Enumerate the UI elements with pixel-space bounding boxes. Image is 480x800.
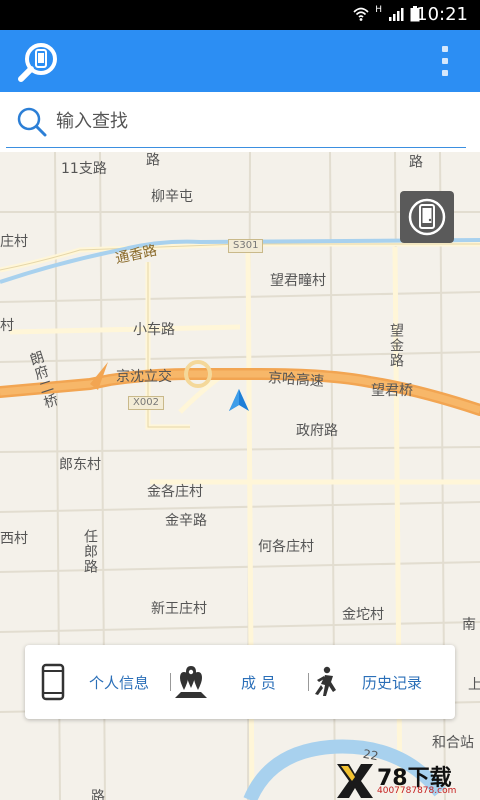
- history-button[interactable]: 历史记录: [310, 645, 422, 719]
- road-shield: X002: [128, 396, 164, 410]
- map-label: 柳辛屯: [151, 189, 193, 205]
- map-label: 村: [0, 318, 14, 334]
- phone-icon: [408, 198, 446, 236]
- network-type-label: H: [375, 5, 382, 15]
- map-label: 庄村: [0, 234, 28, 250]
- members-label: 成 员: [241, 673, 276, 692]
- search-bar: [0, 92, 480, 152]
- map-label: 南: [462, 617, 476, 633]
- history-label: 历史记录: [362, 673, 423, 692]
- watermark-url: 4007787878.com: [377, 786, 457, 796]
- search-icon[interactable]: [16, 106, 48, 138]
- app-logo-icon: [18, 43, 57, 82]
- map-label: 金辛路: [165, 513, 207, 529]
- map-label: 何各庄村: [258, 539, 314, 555]
- panel-separator: [308, 673, 309, 691]
- map-label: 金坨村: [342, 607, 384, 623]
- members-button[interactable]: 成 员: [173, 645, 276, 719]
- map-label: 路: [144, 152, 160, 167]
- map-label: 金各庄村: [147, 484, 203, 500]
- x-logo-icon: [337, 764, 373, 798]
- map-label: 上: [468, 677, 480, 693]
- status-icons: H: [353, 5, 420, 22]
- map-label: 望君桥: [371, 383, 413, 399]
- signal-icon: [389, 8, 404, 21]
- status-time: 10:21: [416, 4, 468, 25]
- map-pins-icon: [175, 666, 207, 698]
- search-underline: [6, 147, 466, 148]
- map-label: 11支路: [61, 161, 107, 177]
- map-label: 望君疃村: [270, 273, 326, 289]
- wifi-icon: [353, 7, 369, 21]
- location-arrow-icon: [229, 389, 249, 411]
- app-bar: [0, 30, 480, 92]
- map-label: 京沈立交: [116, 369, 172, 385]
- road-shield: S301: [228, 239, 264, 253]
- map-label: 小车路: [133, 322, 175, 338]
- map-label: 任郎路: [82, 529, 98, 574]
- map-label: 西村: [0, 531, 28, 547]
- map-label: 望金路: [388, 323, 404, 368]
- search-input[interactable]: [56, 104, 456, 138]
- map-label: 新王庄村: [151, 601, 207, 617]
- personal-info-button[interactable]: 个人信息: [39, 645, 149, 719]
- map-label: 政府路: [296, 423, 338, 439]
- map-label: 京哈高速: [267, 370, 325, 390]
- status-bar: H 10:21: [0, 0, 480, 30]
- site-watermark: 78下载 4007787878.com: [335, 762, 480, 800]
- personal-info-label: 个人信息: [89, 673, 150, 692]
- map-label: 路: [407, 154, 423, 169]
- overflow-menu-icon[interactable]: [440, 46, 450, 76]
- phone-icon: [41, 663, 65, 701]
- walking-person-icon: [315, 666, 336, 696]
- panel-separator: [170, 673, 171, 691]
- bottom-action-panel: 个人信息 成 员 历史记录: [25, 645, 455, 719]
- map-label: 路: [91, 789, 105, 800]
- map-label: 和合站: [432, 735, 474, 751]
- map-label: 郎东村: [59, 457, 101, 473]
- device-location-button[interactable]: [400, 191, 454, 243]
